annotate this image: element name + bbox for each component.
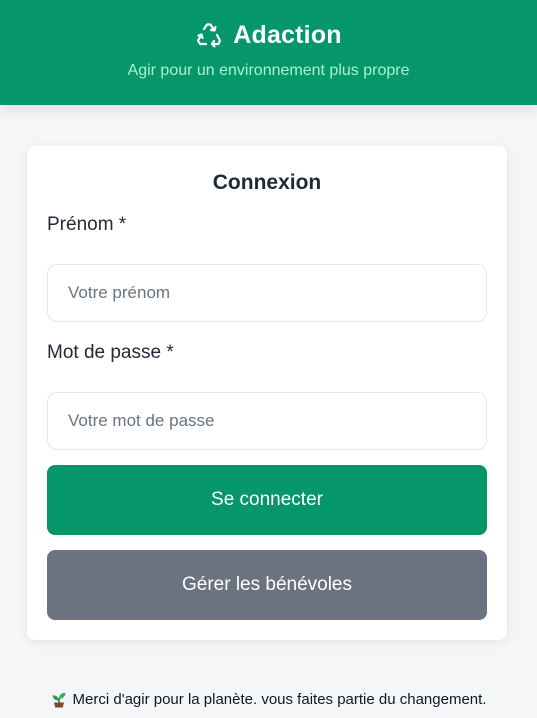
seedling-icon [51, 690, 67, 708]
manage-volunteers-button[interactable]: Gérer les bénévoles [47, 550, 487, 620]
footer-text: Merci d'agir pour la planète. vous faite… [72, 690, 487, 708]
app-tagline: Agir pour un environnement plus propre [127, 62, 410, 79]
firstname-input[interactable] [47, 264, 487, 322]
recycle-icon [195, 21, 223, 49]
password-input[interactable] [47, 392, 487, 450]
login-card: Connexion Prénom * Mot de passe * Se con… [27, 146, 507, 640]
firstname-label: Prénom * [47, 214, 127, 235]
login-title: Connexion [212, 171, 322, 194]
footer-message: Merci d'agir pour la planète. vous faite… [0, 690, 537, 708]
password-label: Mot de passe * [47, 342, 174, 363]
login-button[interactable]: Se connecter [47, 465, 487, 535]
app-title: Adaction [233, 20, 342, 49]
app-header: Adaction Agir pour un environnement plus… [0, 0, 537, 105]
brand: Adaction [0, 20, 537, 50]
